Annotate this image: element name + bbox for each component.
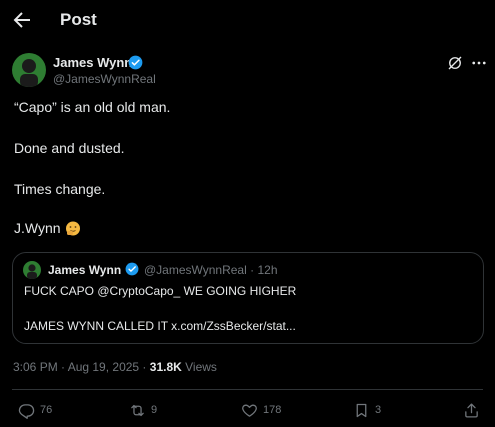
like-button[interactable]: 178 <box>241 400 281 420</box>
post-text-line: Done and dusted. <box>14 140 125 156</box>
post-signature: J.Wynn <box>14 220 81 236</box>
bookmark-button[interactable]: 3 <box>353 400 381 420</box>
post-timestamp[interactable]: 3:06 PM · Aug 19, 2025 · <box>13 360 150 374</box>
views-count: 31.8K <box>149 360 182 374</box>
share-icon <box>465 402 478 418</box>
more-icon[interactable] <box>470 54 488 72</box>
repost-button[interactable]: 9 <box>129 400 157 420</box>
like-icon <box>242 404 257 417</box>
grok-icon[interactable] <box>446 54 464 72</box>
like-count: 178 <box>263 404 282 416</box>
top-bar: Post <box>0 0 495 42</box>
verified-icon <box>128 55 143 70</box>
quote-text-line: JAMES WYNN CALLED IT x.com/ZssBecker/sta… <box>24 319 296 333</box>
bookmark-icon <box>356 403 367 417</box>
post-text-line: Times change. <box>14 181 106 197</box>
views-label: Views <box>181 360 217 374</box>
bookmark-count: 3 <box>375 404 382 416</box>
author-name[interactable]: James Wynn <box>53 55 132 70</box>
post-text-line: J.Wynn <box>14 220 61 236</box>
page-title: Post <box>60 10 97 29</box>
reply-button[interactable]: 76 <box>18 400 52 420</box>
repost-icon <box>131 404 144 416</box>
avatar[interactable] <box>12 53 46 87</box>
back-arrow-icon[interactable] <box>10 8 34 32</box>
quoted-post[interactable]: James Wynn @JamesWynnReal · 12h FUCK CAP… <box>12 252 484 344</box>
quote-author-name: James Wynn <box>48 263 122 277</box>
quote-separator: · <box>250 263 255 277</box>
quote-text-line: FUCK CAPO @CryptoCapo_ WE GOING HIGHER <box>24 284 297 298</box>
repost-count: 9 <box>151 404 158 416</box>
reply-icon <box>18 403 35 419</box>
verified-icon <box>125 262 139 276</box>
post-text-line: “Capo” is an old old man. <box>14 99 171 115</box>
share-button[interactable] <box>463 400 485 420</box>
divider <box>12 389 483 390</box>
quote-meta: @JamesWynnReal · 12h <box>144 263 278 277</box>
quote-author-handle: @JamesWynnReal <box>144 263 247 277</box>
author-handle[interactable]: @JamesWynnReal <box>53 72 156 86</box>
emoji-icon <box>65 220 81 236</box>
reply-count: 76 <box>40 404 53 416</box>
quote-age: 12h <box>257 263 278 277</box>
quote-avatar <box>23 261 41 279</box>
post-meta: 3:06 PM · Aug 19, 2025 · 31.8K Views <box>13 360 217 374</box>
